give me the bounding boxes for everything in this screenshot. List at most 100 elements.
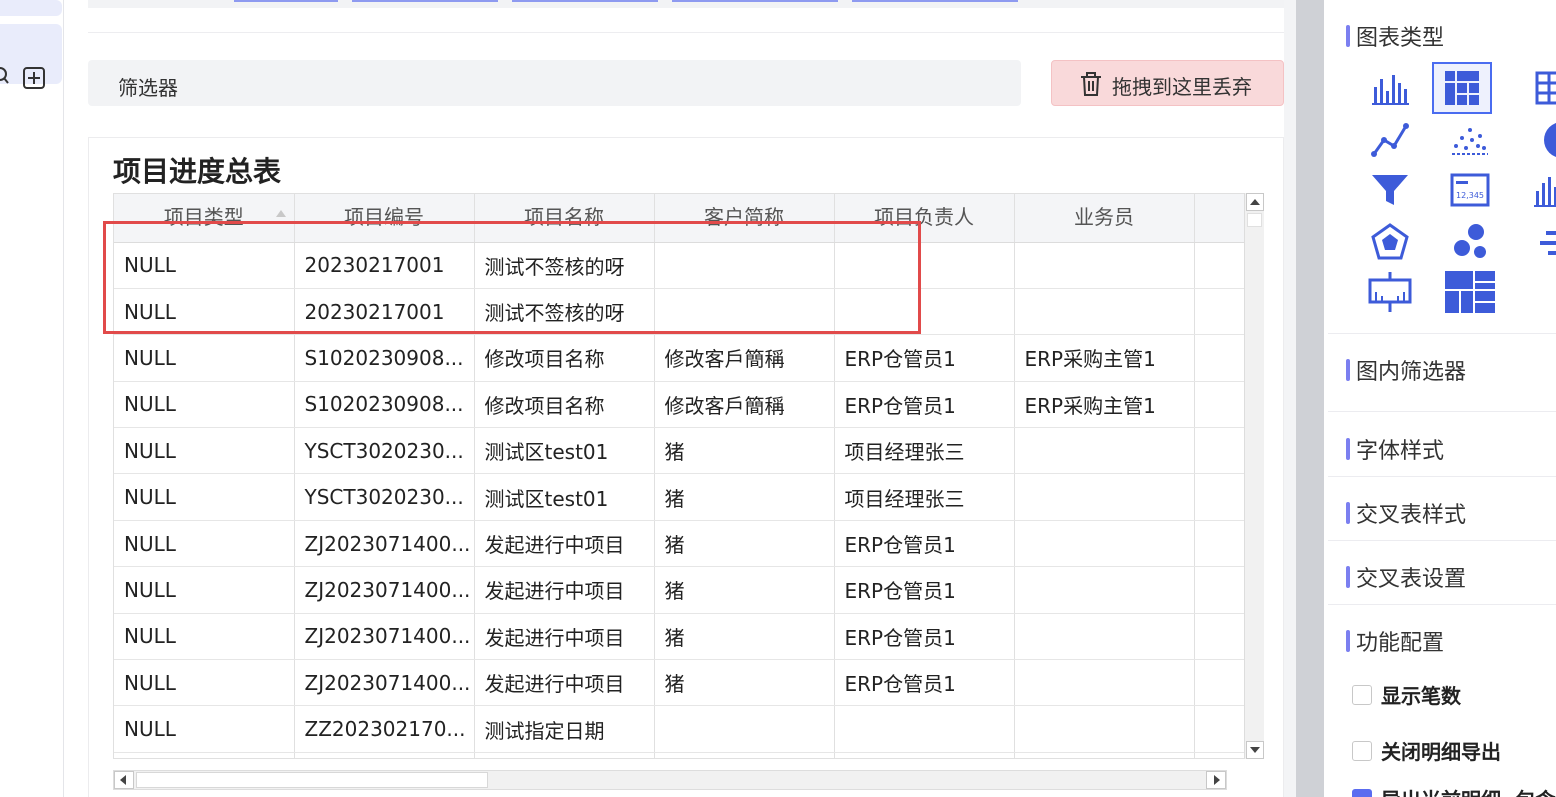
- add-icon[interactable]: [22, 66, 46, 90]
- table-cell[interactable]: 20230217001: [294, 242, 475, 289]
- table-row[interactable]: NULL 20230217001 测试不签核的呀: [114, 288, 1258, 336]
- scroll-down-button[interactable]: [1246, 741, 1264, 759]
- section-crosstable-style[interactable]: 交叉表样式: [1346, 497, 1466, 529]
- table-row[interactable]: NULL YSCT3020230... 测试区test01 猪项目经理张三: [114, 427, 1258, 475]
- table-cell[interactable]: NULL: [114, 705, 295, 753]
- table-cell[interactable]: 测试不签核的呀: [474, 288, 655, 336]
- table-cell[interactable]: NULL: [114, 473, 295, 521]
- table-cell[interactable]: ZJ2023071400...: [294, 566, 475, 614]
- column-header-project-name[interactable]: 项目名称: [474, 194, 655, 243]
- table-row[interactable]: [114, 752, 1258, 758]
- table-cell[interactable]: 项目经理张三: [834, 473, 1015, 521]
- section-crosstable-settings[interactable]: 交叉表设置: [1346, 561, 1466, 593]
- checkbox[interactable]: [1352, 740, 1372, 761]
- table-cell[interactable]: 测试区test01: [474, 473, 655, 521]
- table-cell[interactable]: [1014, 520, 1195, 568]
- table-cell[interactable]: ZZ202302170...: [294, 705, 475, 753]
- field-chip[interactable]: [234, 0, 338, 2]
- table-cell[interactable]: [654, 705, 835, 753]
- table-row[interactable]: NULL ZJ2023071400... 发起进行中项目猪 ERP仓管员1: [114, 613, 1258, 661]
- table-cell[interactable]: ERP仓管员1: [834, 659, 1015, 707]
- table-cell[interactable]: [474, 752, 655, 758]
- table-cell[interactable]: NULL: [114, 288, 295, 336]
- table-cell[interactable]: 猪: [654, 659, 835, 707]
- table-cell[interactable]: 测试指定日期: [474, 705, 655, 753]
- table-cell[interactable]: 猪: [654, 473, 835, 521]
- table-cell[interactable]: NULL: [114, 334, 295, 382]
- line-chart-icon[interactable]: [1360, 114, 1420, 166]
- table-cell[interactable]: [1014, 473, 1195, 521]
- table-cell[interactable]: 发起进行中项目: [474, 659, 655, 707]
- table-cell[interactable]: ERP仓管员1: [834, 381, 1015, 429]
- search-icon[interactable]: [0, 66, 12, 86]
- table-cell[interactable]: 修改客戶簡稱: [654, 334, 835, 382]
- table-cell[interactable]: [1014, 427, 1195, 475]
- filter-drop-zone[interactable]: 筛选器: [88, 60, 1021, 106]
- scatter-icon[interactable]: [1440, 114, 1500, 166]
- table-cell[interactable]: NULL: [114, 566, 295, 614]
- table-cell[interactable]: 猪: [654, 427, 835, 475]
- table-row[interactable]: NULL YSCT3020230... 测试区test01 猪项目经理张三: [114, 473, 1258, 521]
- table-cell[interactable]: [834, 705, 1015, 753]
- toolbar-tile-active[interactable]: [0, 24, 62, 89]
- bar-chart-icon[interactable]: [1360, 62, 1420, 114]
- table-cell[interactable]: 修改项目名称: [474, 334, 655, 382]
- table-cell[interactable]: NULL: [114, 613, 295, 661]
- table-row[interactable]: NULL S1020230908... 修改项目名称 修改客戶簡稱 ERP仓管员1 ERP…: [114, 334, 1258, 382]
- table-cell[interactable]: ERP采购主管1: [1014, 334, 1195, 382]
- option-disable-detail-export[interactable]: 关闭明细导出: [1352, 736, 1501, 765]
- table-cell[interactable]: YSCT3020230...: [294, 473, 475, 521]
- table-row[interactable]: NULL ZJ2023071400... 发起进行中项目猪 ERP仓管员1: [114, 566, 1258, 614]
- table-cell[interactable]: [1014, 566, 1195, 614]
- table-cell[interactable]: 发起进行中项目: [474, 566, 655, 614]
- table-cell[interactable]: [654, 752, 835, 758]
- table-row[interactable]: NULL 20230217001 测试不签核的呀: [114, 242, 1258, 289]
- table-cell[interactable]: [1014, 659, 1195, 707]
- table-cell[interactable]: [1014, 242, 1195, 289]
- scroll-left-button[interactable]: [114, 771, 134, 789]
- vertical-scrollbar[interactable]: [1244, 193, 1264, 759]
- table-cell[interactable]: YSCT3020230...: [294, 427, 475, 475]
- panel-splitter[interactable]: [1296, 0, 1324, 797]
- table-cell[interactable]: ZJ2023071400...: [294, 520, 475, 568]
- option-export-current-detail[interactable]: 导出当前明细, 包含隐: [1352, 784, 1556, 797]
- table-cell[interactable]: 发起进行中项目: [474, 613, 655, 661]
- table-row[interactable]: NULL ZZ202302170... 测试指定日期: [114, 705, 1258, 753]
- pie-icon[interactable]: [1522, 114, 1556, 166]
- field-chip[interactable]: [852, 0, 1018, 2]
- field-chip[interactable]: [512, 0, 658, 2]
- checkbox[interactable]: [1352, 684, 1372, 705]
- table-cell[interactable]: NULL: [114, 242, 295, 289]
- bubble-icon[interactable]: [1440, 216, 1500, 268]
- boxplot-icon[interactable]: [1360, 266, 1420, 318]
- table-cell[interactable]: [114, 752, 295, 758]
- table-cell[interactable]: ZJ2023071400...: [294, 659, 475, 707]
- table-cell[interactable]: ERP仓管员1: [834, 520, 1015, 568]
- kpi-card-icon[interactable]: 12,345: [1440, 164, 1500, 216]
- sort-icon[interactable]: [275, 210, 286, 217]
- table-cell[interactable]: [654, 242, 835, 289]
- table-cell[interactable]: [1014, 705, 1195, 753]
- table-cell[interactable]: NULL: [114, 381, 295, 429]
- table-cell[interactable]: [834, 242, 1015, 289]
- field-chip[interactable]: [352, 0, 498, 2]
- table-cell[interactable]: ERP仓管员1: [834, 566, 1015, 614]
- funnel-icon[interactable]: [1360, 164, 1420, 216]
- table-icon[interactable]: [1522, 62, 1556, 114]
- table-cell[interactable]: 20230217001: [294, 288, 475, 336]
- table-cell[interactable]: ERP仓管员1: [834, 613, 1015, 661]
- table-cell[interactable]: ERP采购主管1: [1014, 381, 1195, 429]
- discard-drop-zone[interactable]: 拖拽到这里丢弃: [1051, 60, 1284, 106]
- stacked-bar-icon[interactable]: [1520, 164, 1556, 216]
- option-show-count[interactable]: 显示笔数: [1352, 680, 1461, 709]
- gantt-icon[interactable]: [1520, 216, 1556, 268]
- column-header-salesperson[interactable]: 业务员: [1014, 194, 1195, 243]
- table-cell[interactable]: NULL: [114, 427, 295, 475]
- column-header-customer[interactable]: 客户简称: [654, 194, 835, 243]
- horizontal-scrollbar[interactable]: [113, 770, 1227, 790]
- table-cell[interactable]: [654, 288, 835, 336]
- table-cell[interactable]: S1020230908...: [294, 381, 475, 429]
- table-cell[interactable]: 发起进行中项目: [474, 520, 655, 568]
- treemap-icon[interactable]: [1440, 266, 1500, 318]
- table-cell[interactable]: [834, 288, 1015, 336]
